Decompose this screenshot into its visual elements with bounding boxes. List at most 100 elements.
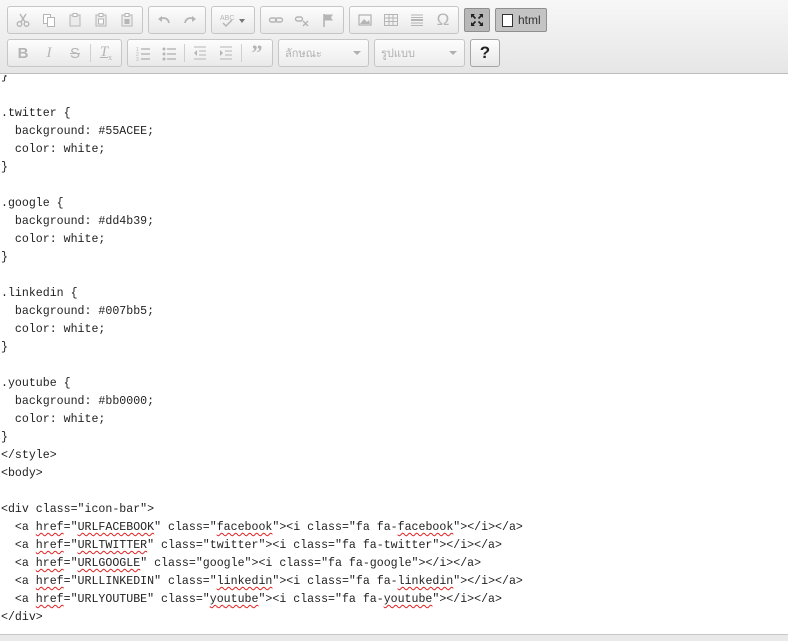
outdent-button[interactable] bbox=[187, 41, 213, 65]
omega-icon: Ω bbox=[436, 10, 450, 29]
editor-status-bar bbox=[0, 634, 788, 641]
special-char-button[interactable]: Ω bbox=[430, 8, 456, 32]
numbered-list-button[interactable]: 123 bbox=[130, 41, 156, 65]
editor-toolbar: ABC Ω html B I S Tx 1 2 3 ” ลักษณะ รูปแบ… bbox=[0, 0, 788, 74]
code-line: .linkedin { bbox=[1, 287, 78, 300]
strikethrough-icon: S bbox=[69, 44, 80, 62]
code-line: <a href="URLYOUTUBE" class="youtube"><i … bbox=[1, 593, 502, 606]
code-line: <body> bbox=[1, 467, 43, 480]
svg-text:ABC: ABC bbox=[220, 15, 234, 22]
italic-icon: I bbox=[46, 44, 52, 61]
cut-button[interactable] bbox=[10, 8, 36, 32]
code-line: } bbox=[1, 75, 8, 83]
code-line: background: #bb0000; bbox=[1, 395, 155, 408]
toolbar-row-2: B I S Tx 123 ” ลักษณะ รูปแบบ ? bbox=[7, 39, 500, 67]
undo-icon bbox=[158, 16, 170, 24]
indent-button[interactable] bbox=[213, 41, 239, 65]
spellcheck-icon: ABC bbox=[220, 15, 245, 28]
code-area[interactable]: } .twitter { background: #55ACEE; color: … bbox=[0, 75, 788, 627]
redo-icon bbox=[184, 16, 196, 24]
strikethrough-button[interactable]: S bbox=[62, 41, 88, 65]
italic-button[interactable]: I bbox=[36, 41, 62, 65]
code-line: color: white; bbox=[1, 323, 106, 336]
code-line: background: #007bb5; bbox=[1, 305, 155, 318]
toolbar-separator bbox=[184, 44, 185, 62]
svg-text:3: 3 bbox=[136, 57, 139, 61]
code-line: <div class="icon-bar"> bbox=[1, 503, 155, 516]
code-line: color: white; bbox=[1, 413, 106, 426]
copy-button[interactable] bbox=[36, 8, 62, 32]
maximize-button[interactable] bbox=[464, 8, 490, 32]
bulleted-list-button[interactable] bbox=[156, 41, 182, 65]
toolbar-separator bbox=[90, 44, 91, 62]
clipboard-group bbox=[7, 6, 143, 34]
source-button[interactable]: html bbox=[495, 8, 547, 32]
bulleted-list-icon bbox=[162, 47, 176, 61]
toolbar-row-1: ABC Ω html bbox=[7, 6, 547, 34]
outdent-icon bbox=[194, 46, 206, 60]
link-icon bbox=[268, 17, 284, 23]
bold-button[interactable]: B bbox=[10, 41, 36, 65]
code-line: <a href="URLGOOGLE" class="google"><i cl… bbox=[1, 557, 482, 570]
spellcheck-group: ABC bbox=[211, 6, 255, 34]
table-button[interactable] bbox=[378, 8, 404, 32]
code-line: } bbox=[1, 251, 8, 264]
format-dropdown[interactable]: รูปแบบ bbox=[374, 39, 465, 67]
code-line: } bbox=[1, 341, 8, 354]
anchor-button[interactable] bbox=[315, 8, 341, 32]
undo-group bbox=[148, 6, 206, 34]
clipboard-icon bbox=[69, 13, 81, 27]
code-line: .twitter { bbox=[1, 107, 71, 120]
code-line: <a href="URLFACEBOOK" class="facebook"><… bbox=[1, 521, 523, 534]
table-icon bbox=[384, 14, 398, 26]
image-button[interactable] bbox=[352, 8, 378, 32]
link-button[interactable] bbox=[263, 8, 289, 32]
code-line: } bbox=[1, 431, 8, 444]
help-button[interactable]: ? bbox=[470, 39, 500, 67]
chevron-down-icon bbox=[449, 51, 457, 55]
unlink-button[interactable] bbox=[289, 8, 315, 32]
paste-text-button[interactable] bbox=[88, 8, 114, 32]
undo-button[interactable] bbox=[151, 8, 177, 32]
image-icon bbox=[358, 14, 372, 26]
remove-format-icon: Tx bbox=[99, 44, 113, 62]
source-button-label: html bbox=[518, 13, 541, 27]
spellcheck-button[interactable]: ABC bbox=[214, 8, 252, 32]
style-dropdown[interactable]: ลักษณะ bbox=[278, 39, 369, 67]
code-line: .youtube { bbox=[1, 377, 71, 390]
toolbar-separator bbox=[241, 44, 242, 62]
paste-word-icon bbox=[121, 13, 133, 27]
code-line: </style> bbox=[1, 449, 57, 462]
source-editor[interactable]: } .twitter { background: #55ACEE; color: … bbox=[0, 75, 788, 634]
format-dropdown-label: รูปแบบ bbox=[381, 48, 415, 60]
indent-icon bbox=[220, 46, 232, 60]
code-line: color: white; bbox=[1, 233, 106, 246]
copy-icon bbox=[43, 14, 55, 27]
horizontal-rule-icon bbox=[411, 14, 423, 26]
code-line: color: white; bbox=[1, 143, 106, 156]
code-line: } bbox=[1, 161, 8, 174]
style-dropdown-label: ลักษณะ bbox=[285, 48, 322, 60]
paste-button[interactable] bbox=[62, 8, 88, 32]
scissors-icon bbox=[16, 13, 30, 27]
code-line: <a href="URLLINKEDIN" class="linkedin"><… bbox=[1, 575, 523, 588]
paste-word-button[interactable] bbox=[114, 8, 140, 32]
remove-format-button[interactable]: Tx bbox=[93, 41, 119, 65]
paste-text-icon bbox=[95, 13, 107, 27]
help-icon: ? bbox=[479, 43, 491, 62]
bold-icon: B bbox=[17, 44, 29, 62]
format-group: B I S Tx bbox=[7, 39, 122, 67]
code-line: .google { bbox=[1, 197, 64, 210]
code-line: <a href="URLTWITTER" class="twitter"><i … bbox=[1, 539, 502, 552]
blockquote-button[interactable]: ” bbox=[244, 41, 270, 65]
horizontal-rule-button[interactable] bbox=[404, 8, 430, 32]
chevron-down-icon bbox=[353, 51, 361, 55]
code-line: background: #dd4b39; bbox=[1, 215, 155, 228]
insert-group: Ω bbox=[349, 6, 459, 34]
unlink-icon bbox=[294, 16, 309, 27]
redo-button[interactable] bbox=[177, 8, 203, 32]
